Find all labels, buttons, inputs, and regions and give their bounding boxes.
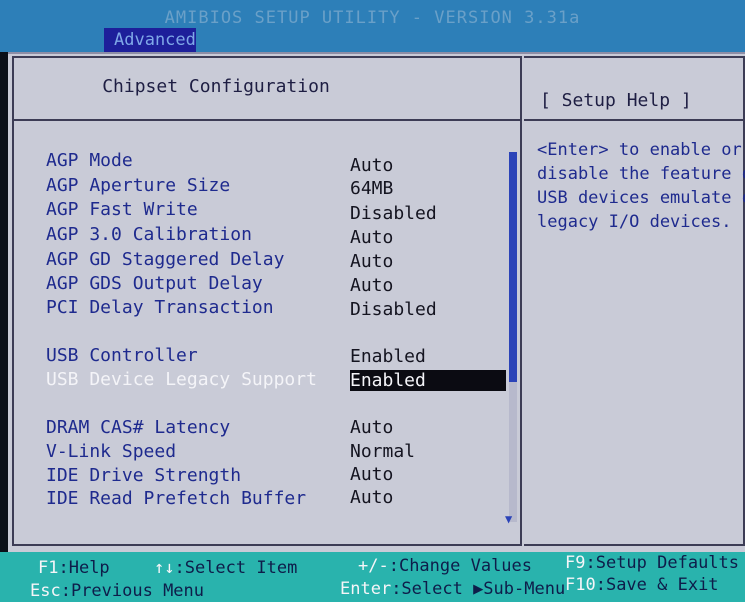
key-f1: F1 [38, 558, 59, 578]
key-save-exit: F10:Save & Exit [565, 575, 719, 595]
key-select-item: ↑↓:Select Item [154, 558, 297, 578]
setting-label-agp-aperture-size[interactable]: AGP Aperture Size [46, 175, 230, 196]
setting-label-agp-gds-output-delay[interactable]: AGP GDS Output Delay [46, 273, 263, 294]
key-f10: F10 [565, 575, 596, 595]
setting-value-agp-fast-write[interactable]: Disabled [350, 203, 437, 224]
help-line: disable the feature of [537, 164, 745, 184]
key-sub-menu: Enter:Select ▶Sub-Menu [340, 579, 565, 599]
setting-label-v-link-speed[interactable]: V-Link Speed [46, 441, 176, 462]
setting-label-pci-delay-transaction[interactable]: PCI Delay Transaction [46, 297, 274, 318]
divider [14, 119, 522, 121]
setting-value-dram-cas-latency[interactable]: Auto [350, 417, 393, 438]
key-previous-menu: Esc:Previous Menu [30, 581, 204, 601]
setting-label-agp-fast-write[interactable]: AGP Fast Write [46, 199, 198, 220]
key-help: F1:Help [38, 558, 110, 578]
page-title: Chipset Configuration [102, 76, 330, 97]
key-f9: F9 [565, 553, 586, 573]
key-esc-desc: :Previous Menu [60, 581, 205, 601]
setting-value-agp-mode[interactable]: Auto [350, 155, 393, 176]
key-f9-desc: :Setup Defaults [585, 553, 740, 573]
key-plus-minus-desc: :Change Values [388, 556, 533, 576]
setting-label-ide-drive-strength[interactable]: IDE Drive Strength [46, 465, 241, 486]
help-line: USB devices emulate of [537, 188, 745, 208]
key-arrows: ↑↓ [154, 558, 175, 578]
help-line: legacy I/O devices. [537, 212, 732, 232]
key-f10-desc: :Save & Exit [595, 575, 719, 595]
key-change-values: +/-:Change Values [358, 556, 532, 576]
setting-value-usb-controller[interactable]: Enabled [350, 346, 426, 367]
bios-title: AMIBIOS SETUP UTILITY - VERSION 3.31a [164, 8, 581, 28]
setting-label-usb-controller[interactable]: USB Controller [46, 345, 198, 366]
key-arrows-desc: :Select Item [174, 558, 298, 578]
help-pane [524, 56, 745, 546]
setting-value-usb-device-legacy-support[interactable]: Enabled [350, 370, 506, 391]
setting-value-ide-drive-strength[interactable]: Auto [350, 464, 393, 485]
setting-label-ide-read-prefetch-buffer[interactable]: IDE Read Prefetch Buffer [46, 488, 306, 509]
setting-label-dram-cas-latency[interactable]: DRAM CAS# Latency [46, 417, 230, 438]
key-f1-desc: :Help [58, 558, 110, 578]
divider [524, 119, 745, 121]
setting-label-usb-device-legacy-support[interactable]: USB Device Legacy Support [46, 369, 317, 390]
key-setup-defaults: F9:Setup Defaults [565, 553, 739, 573]
scrollbar-thumb[interactable] [509, 152, 517, 382]
setting-label-agp-mode[interactable]: AGP Mode [46, 150, 133, 171]
key-plus-minus: +/- [358, 556, 389, 576]
setting-label-agp-30-calibration[interactable]: AGP 3.0 Calibration [46, 224, 252, 245]
help-title: [ Setup Help ] [540, 90, 692, 111]
help-text: <Enter> to enable or disable the feature… [537, 138, 745, 234]
setting-value-agp-30-calibration[interactable]: Auto [350, 227, 393, 248]
setting-value-ide-read-prefetch-buffer[interactable]: Auto [350, 487, 393, 508]
setting-value-agp-gds-output-delay[interactable]: Auto [350, 275, 393, 296]
key-esc: Esc [30, 581, 61, 601]
tab-advanced[interactable]: Advanced [104, 28, 196, 52]
setting-value-agp-gd-staggered-delay[interactable]: Auto [350, 251, 393, 272]
help-line: <Enter> to enable or [537, 140, 742, 160]
key-enter-desc: :Select ▶Sub-Menu [391, 579, 566, 599]
scroll-down-icon[interactable]: ▼ [505, 512, 512, 526]
setting-value-v-link-speed[interactable]: Normal [350, 441, 415, 462]
key-enter: Enter [340, 579, 392, 599]
setting-label-agp-gd-staggered-delay[interactable]: AGP GD Staggered Delay [46, 249, 284, 270]
setting-value-agp-aperture-size[interactable]: 64MB [350, 178, 393, 199]
setting-value-pci-delay-transaction[interactable]: Disabled [350, 299, 437, 320]
